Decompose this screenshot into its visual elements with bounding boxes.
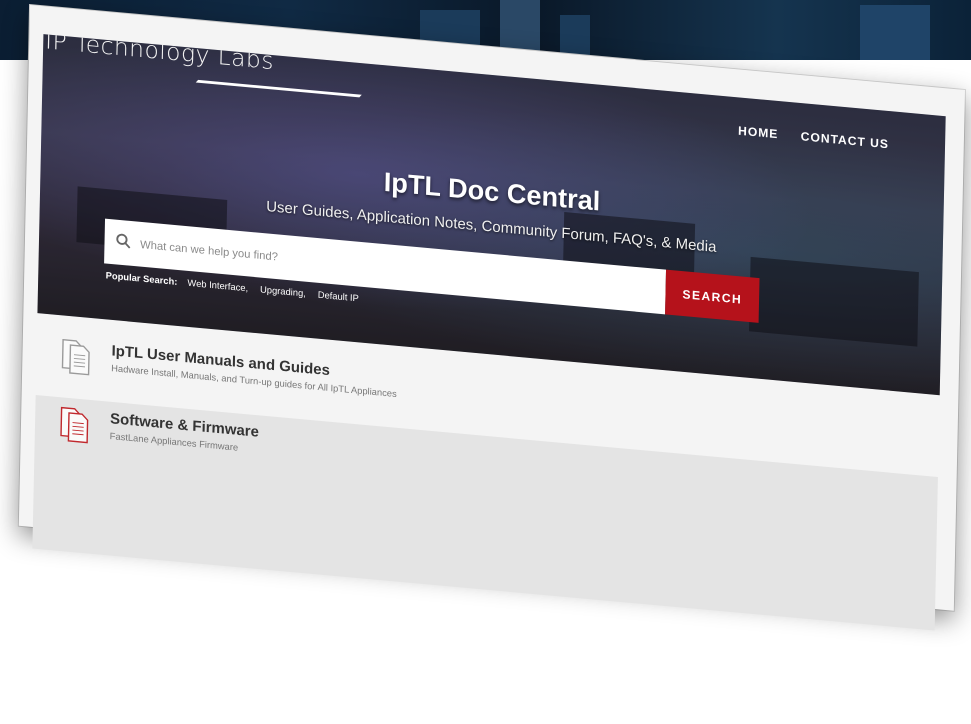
search-icon — [116, 232, 131, 253]
document-icon — [58, 405, 91, 445]
search-button[interactable]: SEARCH — [665, 269, 760, 323]
document-icon — [60, 337, 93, 377]
page-card: IP Technology Labs HOME CONTACT US IpTL … — [18, 5, 966, 631]
